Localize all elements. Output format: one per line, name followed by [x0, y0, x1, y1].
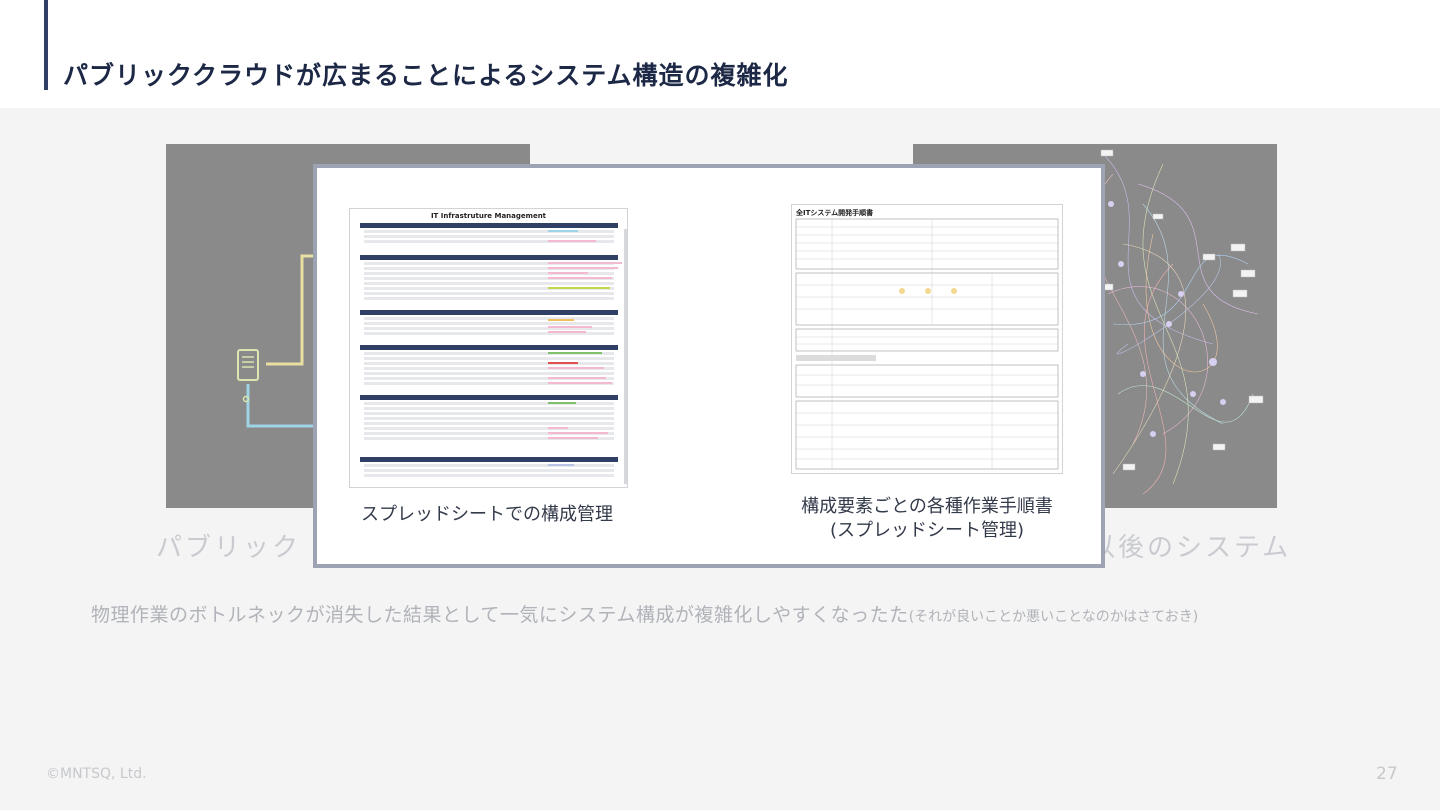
slide-title: パブリッククラウドが広まることによるシステム構造の複雑化	[63, 61, 789, 90]
procedure-doc-thumbnail: 全ITシステム開発手順書	[791, 204, 1063, 474]
spreadsheet-illustration	[360, 223, 627, 484]
slide-subtitle: 物理作業のボトルネックが消失した結果として一気にシステム構成が複雑化しやすくなっ…	[91, 600, 1351, 627]
subtitle-main: 物理作業のボトルネックが消失した結果として一気にシステム構成が複雑化しやすくなっ…	[91, 604, 909, 626]
procedure-doc-caption-line1: 構成要素ごとの各種作業手順書	[801, 496, 1053, 517]
procedure-doc-thumbnail-title: 全ITシステム開発手順書	[796, 209, 874, 217]
page-number: 27	[1376, 764, 1398, 784]
subtitle-note: (それが良いことか悪いことなのかはさておき)	[908, 609, 1199, 625]
copyright-footer: ©MNTSQ, Ltd.	[46, 766, 147, 782]
procedure-doc-caption-line2: (スプレッドシート管理)	[829, 520, 1025, 541]
procedure-doc-illustration	[795, 218, 1059, 470]
spreadsheet-thumbnail-title: IT Infrastruture Management	[430, 212, 547, 220]
title-accent-bar	[44, 0, 48, 90]
spreadsheet-caption: スプレッドシートでの構成管理	[361, 504, 613, 525]
image-popup: IT Infrastruture Management スプレッドシートでの構成…	[313, 164, 1105, 568]
procedure-doc-caption: 構成要素ごとの各種作業手順書 (スプレッドシート管理)	[757, 495, 1097, 543]
spreadsheet-thumbnail: IT Infrastruture Management	[349, 208, 628, 488]
background-caption-left: パブリック	[156, 533, 302, 563]
slide-header: パブリッククラウドが広まることによるシステム構造の複雑化	[0, 0, 1440, 108]
